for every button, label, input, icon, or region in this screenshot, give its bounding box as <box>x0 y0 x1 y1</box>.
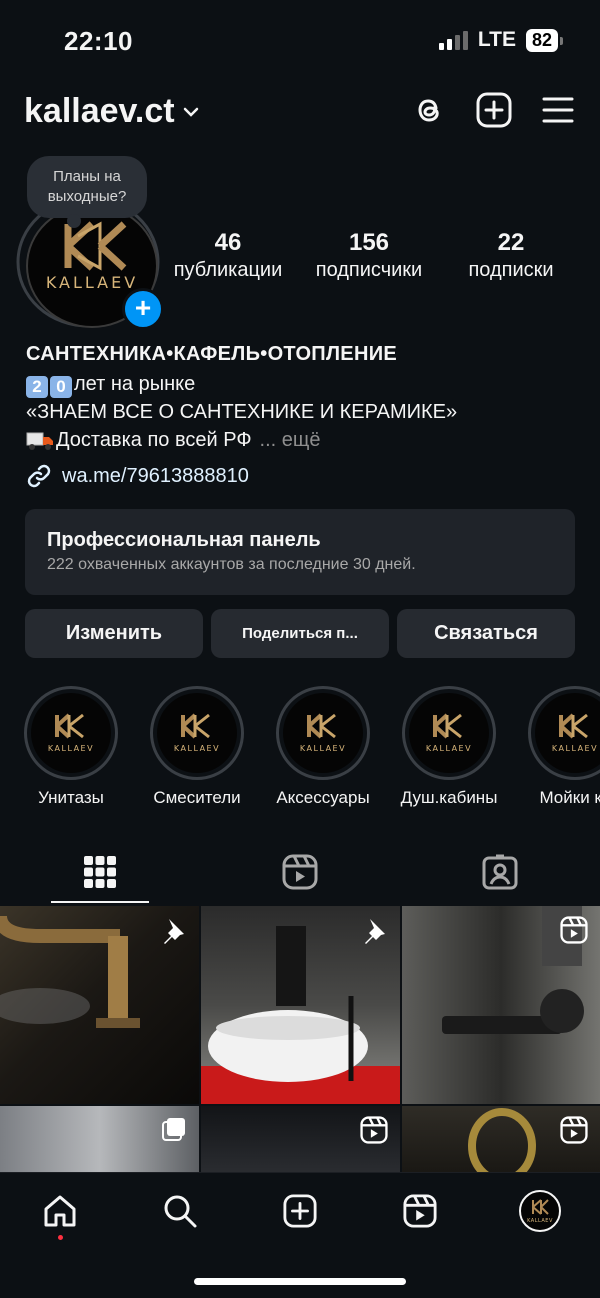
chevron-down-icon <box>183 107 198 117</box>
search-icon <box>164 1195 197 1228</box>
highlight-item[interactable]: KALLAEV Аксессуары <box>274 686 372 808</box>
highlight-label: Аксессуары <box>276 788 370 807</box>
note-bubble[interactable]: Планы на выходные? <box>27 156 147 228</box>
highlight-item[interactable]: KALLAEV Унитазы <box>22 686 120 808</box>
posts-stat[interactable]: 46 публикации <box>166 229 290 282</box>
edit-profile-button[interactable]: Изменить <box>25 609 203 658</box>
share-profile-button[interactable]: Поделиться п... <box>211 609 389 658</box>
network-type: LTE <box>477 28 516 51</box>
following-count: 22 <box>497 229 525 256</box>
highlight-label: Смесители <box>153 788 241 807</box>
posts-count: 46 <box>214 229 242 256</box>
svg-text:KALLAEV: KALLAEV <box>46 273 138 292</box>
account-switcher[interactable]: kallaev.ct <box>24 92 199 131</box>
nav-home[interactable] <box>40 1191 80 1231</box>
professional-dashboard[interactable]: Профессиональная панель 222 охваченных а… <box>25 509 575 595</box>
create-icon <box>283 1194 317 1228</box>
bio-link[interactable]: wa.me/79613888810 <box>26 463 249 489</box>
notification-dot <box>58 1235 63 1240</box>
home-icon <box>44 1195 76 1227</box>
highlight-label: Душ.кабины <box>400 788 498 807</box>
highlight-item[interactable]: KALLAEV Мойки ку <box>526 686 600 808</box>
tab-tagged[interactable] <box>400 852 600 892</box>
pin-icon <box>365 919 385 944</box>
followers-count: 156 <box>348 229 390 256</box>
kallaev-logo: KALLAEV <box>300 713 346 753</box>
highlight-label: Мойки ку <box>539 788 600 807</box>
highlight-label: Унитазы <box>38 788 104 807</box>
highlight-item[interactable]: KALLAEV Душ.кабины <box>400 686 498 808</box>
panel-title: Профессиональная панель <box>47 529 321 551</box>
profile-name: САНТЕХНИКА•КАФЕЛЬ•ОТОПЛЕНИЕ <box>26 343 398 365</box>
reels-icon <box>282 854 318 890</box>
link-icon <box>27 464 51 488</box>
home-indicator <box>194 1278 406 1285</box>
nav-search[interactable] <box>160 1191 200 1231</box>
signal-icon <box>438 30 468 50</box>
svg-text:KALLAEV: KALLAEV <box>48 744 94 753</box>
kallaev-logo: KALLAEV <box>426 713 472 753</box>
svg-text:KALLAEV: KALLAEV <box>174 744 220 753</box>
bio-line-2: «ЗНАЕМ ВСЕ О САНТЕХНИКЕ И КЕРАМИКЕ» <box>26 401 458 423</box>
nav-create[interactable] <box>280 1191 320 1231</box>
keycap-digit-0: 0 <box>50 376 72 398</box>
nav-reels[interactable] <box>400 1191 440 1231</box>
grid-icon <box>84 856 116 888</box>
reels-icon <box>360 1116 388 1144</box>
bio-more-link[interactable]: ... ещё <box>260 429 321 452</box>
username: kallaev.ct <box>24 92 175 130</box>
post-thumbnail[interactable] <box>402 906 600 1104</box>
kallaev-logo: KALLAEV <box>552 713 598 753</box>
threads-icon[interactable] <box>412 92 446 128</box>
following-stat[interactable]: 22 подписки <box>456 229 566 282</box>
battery-indicator: 82 <box>525 28 564 52</box>
bio-delivery-text: Доставка по всей РФ <box>56 429 252 451</box>
carousel-icon <box>162 1118 185 1141</box>
add-story-button[interactable]: + <box>122 288 164 330</box>
posts-label: публикации <box>173 259 283 281</box>
create-icon[interactable] <box>476 92 512 128</box>
followers-stat[interactable]: 156 подписчики <box>304 229 434 282</box>
nav-profile[interactable]: KALLAEV <box>518 1189 562 1233</box>
tagged-icon <box>482 854 518 890</box>
keycap-digit-2: 2 <box>26 376 48 398</box>
status-indicators: LTE 82 <box>438 28 564 52</box>
post-thumbnail[interactable] <box>0 1106 199 1172</box>
header-actions <box>412 92 574 128</box>
svg-text:KALLAEV: KALLAEV <box>527 1218 553 1224</box>
kallaev-logo: KALLAEV <box>174 713 220 753</box>
tab-reels[interactable] <box>200 852 400 892</box>
highlight-item[interactable]: KALLAEV Смесители <box>148 686 246 808</box>
svg-text:KALLAEV: KALLAEV <box>552 744 598 753</box>
menu-icon[interactable] <box>542 96 574 124</box>
reels-icon <box>560 916 588 944</box>
reels-icon <box>403 1194 437 1228</box>
bio-link-text: wa.me/79613888810 <box>62 464 249 487</box>
following-label: подписки <box>468 259 554 281</box>
post-thumbnail[interactable] <box>201 1106 400 1172</box>
post-thumbnail[interactable] <box>402 1106 600 1172</box>
post-thumbnail[interactable] <box>201 906 400 1104</box>
panel-subtitle: 222 охваченных аккаунтов за последние 30… <box>47 556 416 573</box>
kallaev-logo: KALLAEV <box>48 713 94 753</box>
bio-years-text: лет на рынке <box>74 373 196 395</box>
contact-button[interactable]: Связаться <box>397 609 575 658</box>
bio-line-3: Доставка по всей РФ ... ещё <box>26 429 320 452</box>
tab-active-indicator <box>51 901 149 903</box>
status-time: 22:10 <box>64 26 133 56</box>
delivery-truck-icon <box>26 432 53 450</box>
reels-icon <box>560 1116 588 1144</box>
profile-avatar: KALLAEV <box>519 1190 561 1232</box>
followers-label: подписчики <box>315 259 423 281</box>
svg-text:KALLAEV: KALLAEV <box>300 744 346 753</box>
tab-posts-grid[interactable] <box>0 852 200 892</box>
svg-text:KALLAEV: KALLAEV <box>426 744 472 753</box>
pin-icon <box>164 919 184 944</box>
post-thumbnail[interactable] <box>0 906 199 1104</box>
bio-line-1: 2 0 лет на рынке <box>26 373 195 398</box>
